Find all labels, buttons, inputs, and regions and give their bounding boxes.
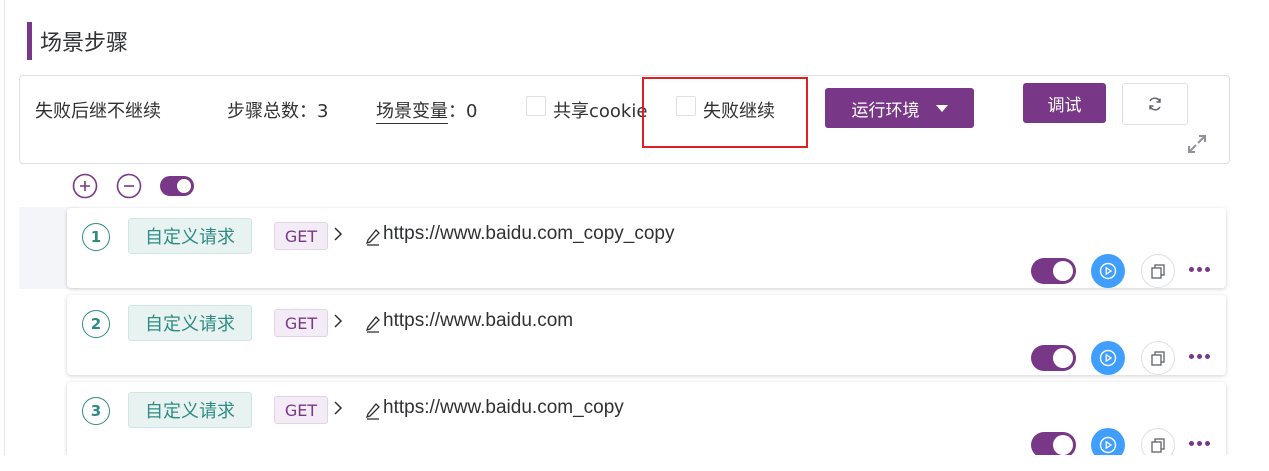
scene-variables[interactable]: 场景变量：0 bbox=[376, 97, 478, 124]
request-url[interactable]: https://www.baidu.com_copy_copy bbox=[383, 223, 675, 245]
step-enable-toggle[interactable] bbox=[1031, 432, 1076, 455]
enable-all-toggle[interactable] bbox=[160, 176, 194, 196]
fullscreen-button[interactable] bbox=[1186, 133, 1208, 159]
copy-step-button[interactable] bbox=[1141, 428, 1175, 455]
refresh-icon bbox=[1149, 97, 1161, 111]
http-method-tag: GET bbox=[274, 396, 328, 424]
chevron-right-icon[interactable] bbox=[333, 226, 343, 242]
copy-icon bbox=[1151, 264, 1165, 279]
more-dots-icon[interactable] bbox=[1189, 354, 1210, 359]
run-step-button[interactable] bbox=[1091, 341, 1125, 375]
step-index: 2 bbox=[82, 310, 110, 338]
play-circle-icon bbox=[1099, 349, 1117, 367]
collapse-all-button[interactable] bbox=[116, 173, 142, 199]
chevron-right-icon[interactable] bbox=[333, 313, 343, 329]
step-card-1[interactable]: 1 自定义请求 GET https://www.baidu.com_copy_c… bbox=[67, 208, 1226, 288]
step-type-tag: 自定义请求 bbox=[128, 218, 252, 254]
run-environment-button[interactable]: 运行环境 bbox=[825, 88, 974, 128]
step-controls bbox=[72, 173, 194, 199]
http-method-tag: GET bbox=[274, 309, 328, 337]
scene-var-link[interactable]: 场景变量 bbox=[376, 101, 448, 124]
request-url[interactable]: https://www.baidu.com bbox=[383, 310, 573, 332]
step-index: 1 bbox=[82, 223, 110, 251]
page-title: 场景步骤 bbox=[40, 31, 129, 56]
copy-icon bbox=[1151, 438, 1165, 453]
highlight-box bbox=[642, 77, 808, 148]
title-accent-bar bbox=[27, 22, 32, 60]
scenario-toolbar: 失败后继不继续 步骤总数：3 场景变量：0 共享cookie 失败继续 运行环境… bbox=[19, 75, 1230, 164]
share-cookie-checkbox[interactable] bbox=[526, 96, 546, 116]
caret-down-icon bbox=[935, 104, 948, 112]
step-enable-toggle[interactable] bbox=[1031, 345, 1076, 371]
debug-label: 调试 bbox=[1047, 95, 1082, 116]
play-circle-icon bbox=[1099, 436, 1117, 454]
minus-circle-icon bbox=[116, 173, 142, 199]
step-total-value: 3 bbox=[317, 101, 329, 122]
fail-strategy-text: 失败后继不继续 bbox=[35, 101, 161, 122]
toggle-knob bbox=[1053, 348, 1073, 368]
section-header: 场景步骤 bbox=[27, 22, 128, 60]
http-method-tag: GET bbox=[274, 222, 328, 250]
expand-arrows-icon bbox=[1188, 135, 1206, 153]
copy-step-button[interactable] bbox=[1141, 254, 1175, 288]
run-environment-label: 运行环境 bbox=[851, 100, 920, 121]
share-cookie-label[interactable]: 共享cookie bbox=[553, 97, 647, 123]
more-dots-icon[interactable] bbox=[1189, 441, 1210, 446]
pencil-icon[interactable] bbox=[365, 402, 381, 420]
toggle-knob bbox=[177, 179, 191, 193]
request-url[interactable]: https://www.baidu.com_copy bbox=[383, 397, 624, 419]
play-circle-icon bbox=[1099, 262, 1117, 280]
more-dots-icon[interactable] bbox=[1189, 267, 1210, 272]
run-step-button[interactable] bbox=[1091, 428, 1125, 455]
plus-circle-icon bbox=[72, 173, 98, 199]
copy-icon bbox=[1151, 351, 1165, 366]
pencil-icon[interactable] bbox=[365, 228, 381, 246]
step-total-label: 步骤总数： bbox=[227, 101, 317, 122]
toggle-knob bbox=[1053, 435, 1073, 455]
step-card-3[interactable]: 3 自定义请求 GET https://www.baidu.com_copy bbox=[67, 382, 1226, 455]
step-total: 步骤总数：3 bbox=[227, 97, 328, 123]
refresh-button[interactable] bbox=[1122, 83, 1188, 125]
step-enable-toggle[interactable] bbox=[1031, 258, 1076, 284]
step-type-tag: 自定义请求 bbox=[128, 392, 252, 428]
scene-var-value: 0 bbox=[466, 101, 478, 122]
scene-var-sep: ： bbox=[448, 101, 466, 122]
step-type-tag: 自定义请求 bbox=[128, 305, 252, 341]
toggle-knob bbox=[1053, 261, 1073, 281]
run-step-button[interactable] bbox=[1091, 254, 1125, 288]
copy-step-button[interactable] bbox=[1141, 341, 1175, 375]
step-index: 3 bbox=[82, 397, 110, 425]
step-card-2[interactable]: 2 自定义请求 GET https://www.baidu.com bbox=[67, 295, 1226, 375]
chevron-right-icon[interactable] bbox=[333, 400, 343, 416]
expand-all-button[interactable] bbox=[72, 173, 98, 199]
pencil-icon[interactable] bbox=[365, 315, 381, 333]
debug-button[interactable]: 调试 bbox=[1023, 83, 1106, 123]
